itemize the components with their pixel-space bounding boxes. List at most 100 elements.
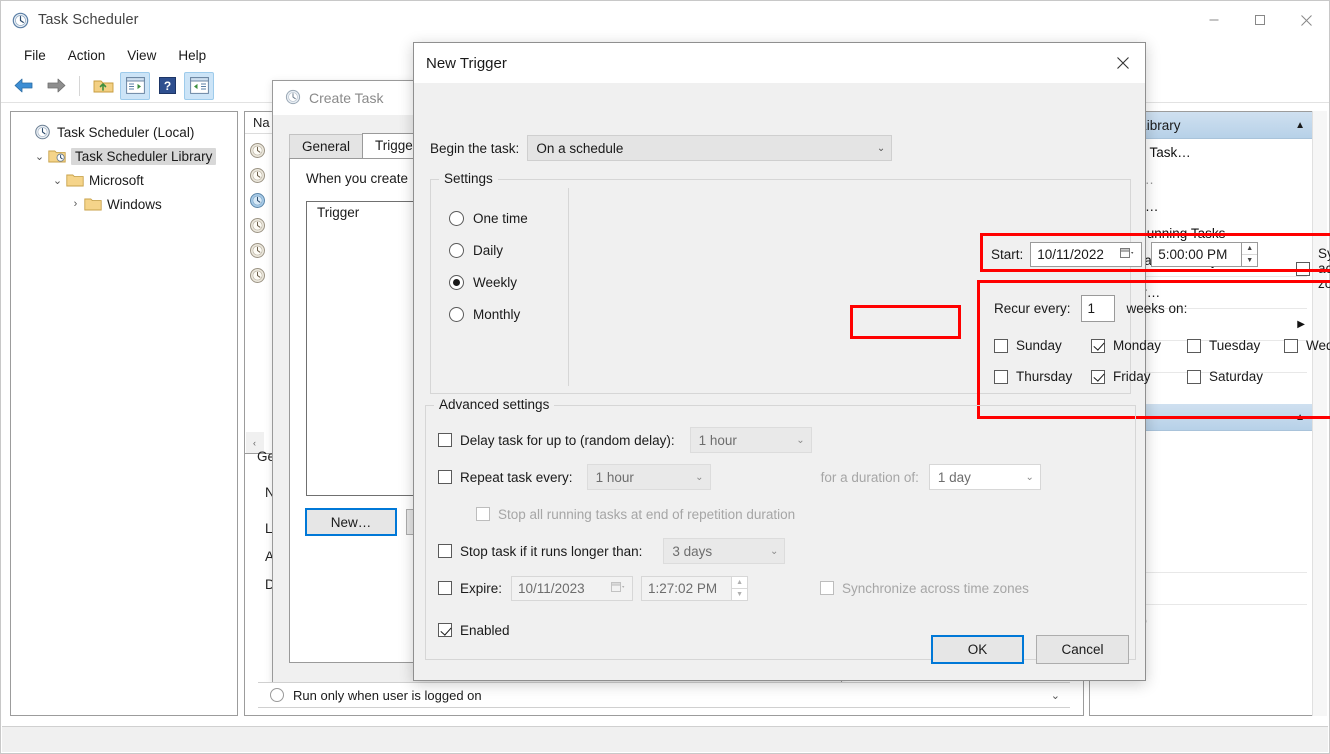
checkbox-indicator[interactable]	[438, 433, 452, 447]
back-arrow-icon[interactable]	[9, 72, 39, 100]
radio-indicator[interactable]	[449, 306, 464, 322]
repeat-duration-combobox[interactable]: 1 day ⌄	[928, 464, 1041, 490]
menu-view[interactable]: View	[116, 45, 167, 66]
tree-chevron[interactable]: ⌄	[49, 174, 66, 187]
radio-label: One time	[473, 210, 528, 226]
tree-chevron[interactable]: ⌄	[31, 150, 48, 163]
up-folder-icon[interactable]	[88, 72, 118, 100]
expire-label: Expire:	[460, 580, 503, 596]
repeat-interval-combobox[interactable]: 1 hour ⌄	[586, 464, 711, 490]
minimize-button[interactable]	[1191, 1, 1237, 39]
new-trigger-titlebar: New Trigger	[414, 43, 1145, 83]
expire-sync-label: Synchronize across time zones	[842, 580, 1029, 596]
menu-action[interactable]: Action	[57, 45, 117, 66]
close-icon[interactable]	[1101, 43, 1145, 83]
spinner-down-icon[interactable]: ▼	[732, 589, 747, 600]
radio-one-time[interactable]: One time	[449, 202, 564, 234]
list-item[interactable]	[249, 138, 266, 163]
expire-time-value: 1:27:02 PM	[648, 580, 718, 596]
show-hide-console-tree-icon[interactable]	[120, 71, 150, 100]
expire-time-input[interactable]: 1:27:02 PM	[641, 575, 732, 601]
tree-node-task-scheduler-library[interactable]: ⌄ Task Scheduler Library	[17, 144, 233, 168]
checkbox-repeat-task[interactable]: Repeat task every:	[438, 470, 573, 485]
menu-help[interactable]: Help	[167, 45, 217, 66]
run-only-row[interactable]: Run only when user is logged on ⌄	[258, 682, 1070, 708]
checkbox-enabled[interactable]: Enabled	[438, 623, 510, 638]
highlight-weekly-radio	[850, 305, 961, 339]
repeat-task-row: Repeat task every: 1 hour ⌄ for a durati…	[438, 463, 1128, 491]
show-hide-action-pane-icon[interactable]	[184, 71, 214, 100]
radio-monthly[interactable]: Monthly	[449, 298, 564, 330]
checkbox-indicator[interactable]	[820, 581, 835, 595]
tree-node-task-scheduler-local[interactable]: Task Scheduler (Local)	[17, 120, 233, 144]
task-list-rows	[249, 138, 266, 288]
checkbox-indicator[interactable]	[438, 470, 452, 484]
help-icon[interactable]: ?	[152, 72, 182, 100]
clock-icon	[12, 12, 29, 29]
task-clock-icon	[249, 267, 266, 284]
close-button[interactable]	[1283, 1, 1329, 39]
schedule-type-radios: One time Daily Weekly Monthly	[449, 202, 564, 330]
chevron-down-icon[interactable]: ⌄	[762, 546, 778, 557]
chevron-down-icon[interactable]: ⌄	[1017, 472, 1033, 483]
radio-indicator[interactable]	[449, 210, 464, 226]
checkbox-indicator[interactable]	[438, 544, 452, 558]
tree-node-microsoft[interactable]: ⌄ Microsoft	[17, 168, 233, 192]
clock-icon	[285, 89, 301, 108]
expire-time-spinner[interactable]: ▲ ▼	[731, 575, 749, 601]
console-tree[interactable]: Task Scheduler (Local) ⌄ Task Scheduler …	[10, 111, 238, 716]
delay-duration-combobox[interactable]: 1 hour ⌄	[689, 427, 812, 453]
checkbox-expire[interactable]: Expire:	[438, 581, 502, 596]
menu-file[interactable]: File	[13, 45, 57, 66]
tree-chevron[interactable]: ›	[67, 198, 84, 210]
checkbox-indicator[interactable]	[438, 581, 452, 595]
status-bar	[2, 726, 1328, 752]
repeat-duration-value: 1 day	[937, 469, 971, 485]
checkbox-indicator[interactable]	[438, 623, 452, 637]
spinner-up-icon[interactable]: ▲	[732, 577, 748, 589]
tab-general[interactable]: General	[289, 134, 364, 159]
highlight-weekly-recurrence-panel	[977, 280, 1330, 419]
ok-button[interactable]: OK	[931, 635, 1024, 664]
checkbox-delay-task[interactable]: Delay task for up to (random delay):	[438, 433, 675, 448]
folder-icon	[84, 196, 102, 212]
radio-label: Weekly	[473, 274, 518, 290]
stop-task-duration-combobox[interactable]: 3 days ⌄	[663, 538, 786, 564]
window-controls	[1191, 1, 1329, 39]
toolbar-separator	[79, 75, 80, 96]
list-item[interactable]	[249, 263, 266, 288]
list-item[interactable]	[249, 163, 266, 188]
repeat-interval-value: 1 hour	[595, 469, 634, 485]
list-item[interactable]	[249, 238, 266, 263]
checkbox-expire-sync-timezones[interactable]: Synchronize across time zones	[820, 581, 1029, 596]
maximize-button[interactable]	[1237, 1, 1283, 39]
task-clock-icon	[249, 142, 266, 159]
highlight-start-row	[980, 233, 1330, 272]
forward-arrow-icon[interactable]	[41, 72, 71, 100]
stop-task-label: Stop task if it runs longer than:	[460, 543, 643, 559]
begin-task-combobox[interactable]: On a schedule ⌄	[527, 135, 893, 161]
radio-weekly[interactable]: Weekly	[449, 266, 564, 298]
expire-date-input[interactable]: 10/11/2023	[511, 575, 634, 601]
calendar-dropdown-icon[interactable]	[611, 581, 626, 596]
radio-indicator[interactable]	[449, 242, 464, 258]
chevron-down-icon[interactable]: ⌄	[1051, 689, 1060, 702]
stop-all-running-row: Stop all running tasks at end of repetit…	[438, 500, 1128, 528]
radio-indicator[interactable]	[449, 274, 464, 290]
list-item[interactable]	[249, 188, 266, 213]
collapse-caret-icon[interactable]: ▲	[1295, 120, 1305, 131]
cancel-button[interactable]: Cancel	[1036, 635, 1129, 664]
list-item[interactable]	[249, 213, 266, 238]
radio-daily[interactable]: Daily	[449, 234, 564, 266]
checkbox-stop-all-running-tasks[interactable]: Stop all running tasks at end of repetit…	[476, 507, 795, 522]
chevron-down-icon[interactable]: ⌄	[788, 435, 804, 446]
tree-node-windows[interactable]: › Windows	[17, 192, 233, 216]
tree-node-label: Task Scheduler (Local)	[57, 124, 195, 140]
expire-date-value: 10/11/2023	[518, 580, 585, 596]
chevron-down-icon[interactable]: ⌄	[687, 472, 703, 483]
checkbox-stop-task[interactable]: Stop task if it runs longer than:	[438, 544, 642, 559]
run-only-radio[interactable]	[270, 688, 284, 702]
checkbox-indicator[interactable]	[476, 507, 490, 521]
new-trigger-button[interactable]: New…	[305, 508, 397, 536]
chevron-down-icon[interactable]: ⌄	[877, 143, 885, 154]
